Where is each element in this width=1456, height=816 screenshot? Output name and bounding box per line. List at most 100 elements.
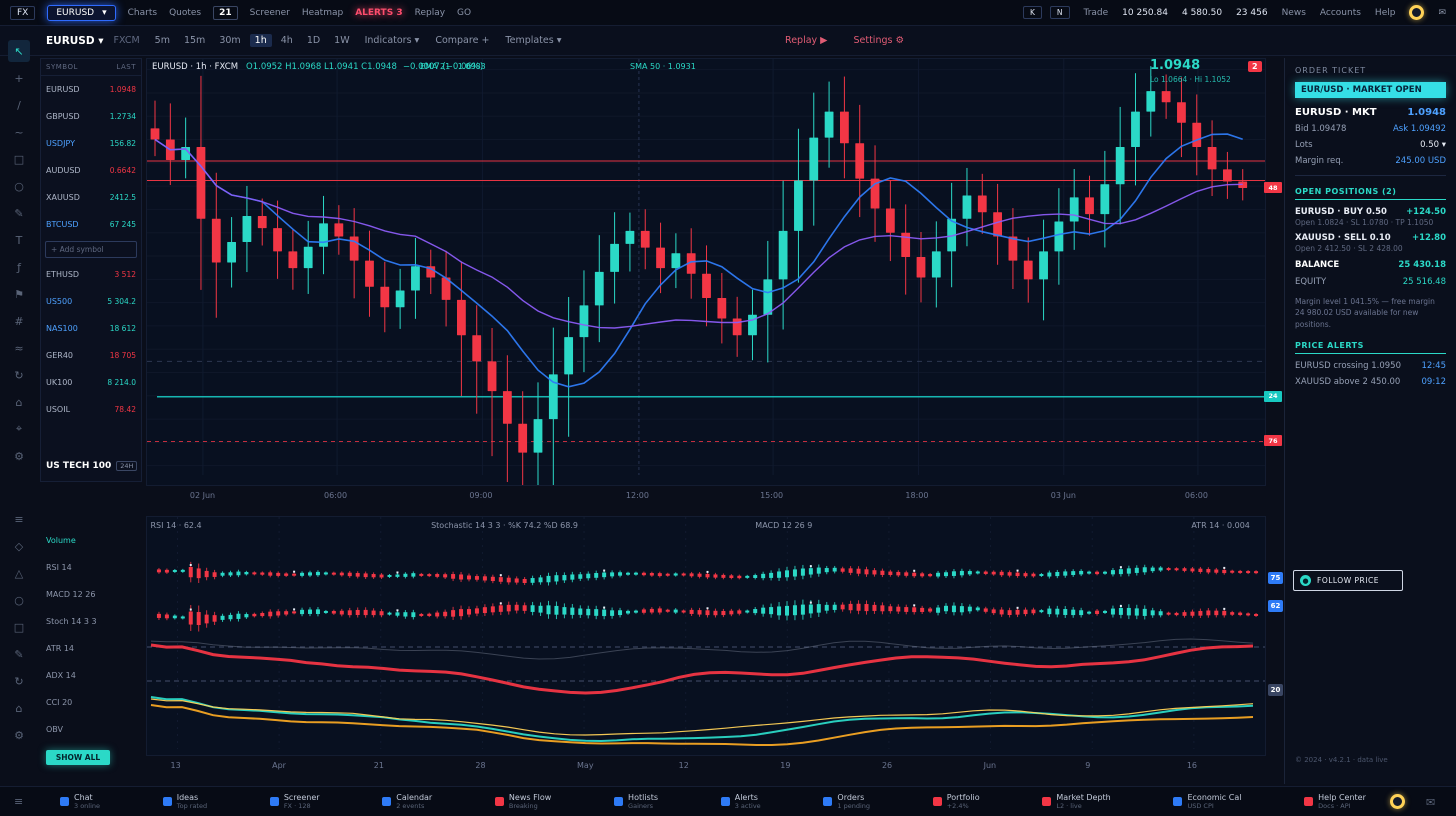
footer-item[interactable]: Chat3 online [60,793,100,810]
crosshair-tool-icon[interactable]: + [8,67,30,89]
watchlist-row[interactable]: AUDUSD0.6642 [41,157,141,184]
chart-alert-badge[interactable]: 2 [1248,61,1262,72]
indicator-title[interactable]: MACD 12 26 9 [755,521,812,530]
brand-logo-icon-bottom[interactable] [1390,794,1405,809]
indicator-list-item[interactable]: ATR 14 [46,644,74,653]
watchlist-row[interactable]: UK1008 214.0 [41,369,141,396]
indicator-charts[interactable] [147,517,1265,755]
footer-item[interactable]: Portfolio+2.4% [933,793,980,810]
alerts-hot-item[interactable]: ALERTS 3 [355,8,402,18]
indicator-list-item[interactable]: RSI 14 [46,563,72,572]
watchlist-row[interactable]: EURUSD1.0948 [41,76,141,103]
topbar-item[interactable]: Quotes [169,8,201,18]
indicator-list-item[interactable]: Volume [46,536,76,545]
footer-item[interactable]: Calendar2 events [382,793,432,810]
price-axis[interactable]: 482476 [1264,58,1284,486]
market-status-bar[interactable]: EUR/USD · MARKET OPEN [1295,82,1446,98]
mail-icon[interactable]: ✉ [1438,8,1446,18]
house-tool-icon[interactable]: ⌂ [8,697,30,719]
toolbar-right-button[interactable]: Replay ▶ [785,35,827,46]
timeframe-button[interactable]: 1h [250,34,272,47]
list-tool-icon[interactable]: ≡ [8,508,30,530]
legend-symbol[interactable]: EURUSD · 1h · FXCM [152,62,238,72]
show-all-button[interactable]: SHOW ALL [46,750,110,765]
indicator-title[interactable]: ATR 14 · 0.004 [1191,521,1250,530]
target-tool-icon[interactable]: ⌖ [8,418,30,440]
footer-item[interactable]: Economic CalUSD CPI [1173,793,1241,810]
watchlist-row[interactable]: NAS10018 612 [41,315,141,342]
indicator-list-item[interactable]: Stoch 14 3 3 [46,617,97,626]
indicator-list-item[interactable]: MACD 12 26 [46,590,95,599]
overlay-label-sma[interactable]: SMA 50 · 1.0931 [630,62,696,71]
indicator-list-item[interactable]: OBV [46,725,63,734]
timeframe-button[interactable]: 15m [179,34,210,47]
position-row[interactable]: EURUSD · BUY 0.50+124.50 [1295,207,1446,217]
trendline-tool-icon[interactable]: / [8,94,30,116]
footer-item[interactable]: Help CenterDocs · API [1304,793,1366,810]
timeframe-button[interactable]: 5m [150,34,175,47]
main-chart-area[interactable] [146,58,1266,486]
topbar-right-item[interactable]: 4 580.50 [1182,8,1222,18]
topbar-right-item[interactable]: Accounts [1320,8,1361,18]
watchlist-row[interactable]: ETHUSD3 512 [41,261,141,288]
footer-item[interactable]: HotlistsGainers [614,793,658,810]
cursor-tool-icon[interactable]: ↖ [8,40,30,62]
brand-logo-icon[interactable] [1409,5,1424,20]
watchlist-row[interactable]: USDJPY156.82 [41,130,141,157]
topbar-item[interactable]: GO [457,8,471,18]
footer-item[interactable]: ScreenerFX · 128 [270,793,320,810]
timeframe-badge[interactable]: 21 [213,6,238,20]
timeframe-button[interactable]: 1W [329,34,354,47]
axis-badge[interactable]: 20 [1268,684,1283,696]
timeframe-button[interactable]: 1D [302,34,325,47]
axis-badge[interactable]: 62 [1268,600,1283,612]
watchlist-row[interactable]: GBPUSD1.2734 [41,103,141,130]
candlestick-chart[interactable] [147,59,1265,485]
topbar-right-item[interactable]: Help [1375,8,1396,18]
watchlist-row[interactable]: USOIL78.42 [41,396,141,423]
circle-tool-icon[interactable]: ○ [8,589,30,611]
rectangle-tool-icon[interactable]: □ [8,148,30,170]
footer-item[interactable]: IdeasTop rated [163,793,207,810]
prefs-tool-icon[interactable]: ⚙ [8,724,30,746]
topbar-item[interactable]: Charts [128,8,157,18]
sync-tool-icon[interactable]: ↻ [8,670,30,692]
indicator-list-item[interactable]: CCI 20 [46,698,72,707]
timeframe-button[interactable]: 4h [276,34,298,47]
watchlist-row[interactable]: XAUUSD2412.5 [41,184,141,211]
flag-tool-icon[interactable]: ⚑ [8,283,30,305]
grid-tool-icon[interactable]: # [8,310,30,332]
topbar-right-item[interactable]: Trade [1084,8,1109,18]
watchlist-row[interactable]: US5005 304.2 [41,288,141,315]
ellipse-tool-icon[interactable]: ○ [8,175,30,197]
add-symbol-input[interactable]: + Add symbol [45,241,137,258]
topbar-right-item[interactable]: 23 456 [1236,8,1268,18]
toolbar-button[interactable]: Indicators ▾ [365,35,420,46]
wave-tool-icon[interactable]: ≈ [8,337,30,359]
follow-price-button[interactable]: ● FOLLOW PRICE [1293,570,1403,591]
topbar-right-item[interactable]: News [1282,8,1306,18]
fib-tool-icon[interactable]: ƒ [8,256,30,278]
indicator-list-item[interactable]: ADX 14 [46,671,76,680]
topbar-item[interactable]: Replay [415,8,445,18]
refresh-tool-icon[interactable]: ↻ [8,364,30,386]
footer-item[interactable]: Alerts3 active [721,793,761,810]
indicator-panels-area[interactable] [146,516,1266,756]
home-tool-icon[interactable]: ⌂ [8,391,30,413]
shortcut-key[interactable]: N [1050,6,1070,19]
toolbar-button[interactable]: Compare + [435,35,489,46]
position-row[interactable]: XAUUSD · SELL 0.10+12.80 [1295,233,1446,243]
draw-tool-icon[interactable]: ✎ [8,202,30,224]
footer-item[interactable]: News FlowBreaking [495,793,551,810]
diamond-tool-icon[interactable]: ◇ [8,535,30,557]
market-mode-box[interactable]: FX [10,6,35,20]
shortcut-key[interactable]: K [1023,6,1042,19]
watchlist-footer[interactable]: US TECH 100 24H [46,461,137,471]
overlay-label-ema[interactable]: EMA 21 · 1.0983 [420,62,486,71]
timeframe-button[interactable]: 30m [214,34,245,47]
footer-item[interactable]: Market DepthL2 · live [1042,793,1110,810]
toolbar-right-button[interactable]: Settings ⚙ [853,35,904,46]
topbar-item[interactable]: Screener [250,8,290,18]
watchlist-row[interactable]: BTCUSD67 245 [41,211,141,238]
topbar-right-item[interactable]: 10 250.84 [1122,8,1168,18]
